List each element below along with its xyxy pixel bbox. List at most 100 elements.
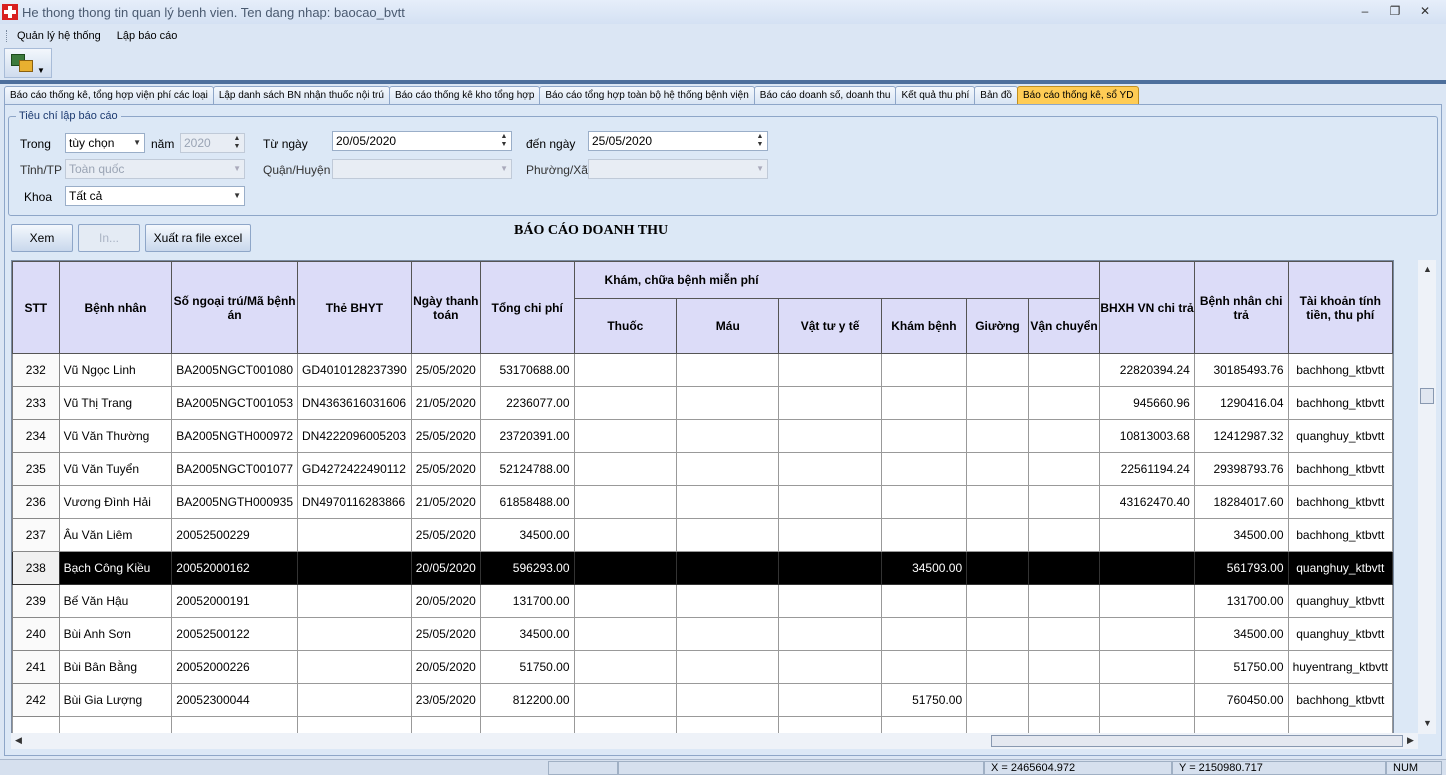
row-bhxh[interactable]: 22820394.24 <box>1099 353 1195 387</box>
row-patient[interactable]: Âu Văn Liêm <box>58 518 173 552</box>
row-thuoc[interactable] <box>573 452 678 486</box>
row-payment-date[interactable]: 25/05/2020 <box>410 452 481 486</box>
row-mau[interactable] <box>676 518 780 552</box>
row-stt[interactable]: 233 <box>12 386 60 420</box>
row-account[interactable]: bachhong_ktbvtt <box>1287 485 1393 519</box>
row-van-chuyen[interactable] <box>1027 518 1101 552</box>
row-van-chuyen[interactable] <box>1027 452 1101 486</box>
row-mau[interactable] <box>676 617 780 651</box>
row-stt[interactable]: 242 <box>12 683 60 717</box>
row-patient[interactable]: Bế Văn Hậu <box>58 584 173 618</box>
row-thuoc[interactable] <box>573 353 678 387</box>
excel-export-button[interactable]: Xuất ra file excel <box>145 224 251 252</box>
row-stt[interactable] <box>12 716 60 733</box>
col-bn-chi-tra[interactable]: Bệnh nhân chi trả <box>1193 261 1289 354</box>
row-vat-tu[interactable] <box>778 518 882 552</box>
row-patient[interactable]: Vũ Thị Trang <box>58 386 173 420</box>
row-giuong[interactable] <box>966 584 1029 618</box>
row-bhyt-card[interactable]: DN4222096005203 <box>297 419 412 453</box>
row-bhxh[interactable] <box>1099 584 1195 618</box>
table-row[interactable]: 239 Bế Văn Hậu 20052000191 20/05/2020 131700… <box>12 584 1393 618</box>
row-payment-date[interactable]: 23/05/2020 <box>410 683 481 717</box>
row-mau[interactable] <box>676 683 780 717</box>
row-thuoc[interactable] <box>573 716 678 733</box>
row-stt[interactable]: 235 <box>12 452 60 486</box>
menu-lap-bao-cao[interactable]: Lập báo cáo <box>109 30 186 42</box>
row-van-chuyen[interactable] <box>1027 551 1101 585</box>
row-stt[interactable]: 237 <box>12 518 60 552</box>
row-bhyt-card[interactable] <box>297 716 412 733</box>
row-van-chuyen[interactable] <box>1027 419 1101 453</box>
row-total-cost[interactable] <box>479 716 575 733</box>
row-van-chuyen[interactable] <box>1027 716 1101 733</box>
row-thuoc[interactable] <box>573 650 678 684</box>
row-mau[interactable] <box>676 353 780 387</box>
menu-quan-ly-he-thong[interactable]: Quản lý hệ thống <box>9 30 109 42</box>
row-bn-chi-tra[interactable]: 131700.00 <box>1193 584 1289 618</box>
row-mau[interactable] <box>676 551 780 585</box>
row-thuoc[interactable] <box>573 683 678 717</box>
tab-ban-do[interactable]: Bản đồ <box>974 86 1018 104</box>
row-total-cost[interactable]: 23720391.00 <box>479 419 575 453</box>
row-account[interactable]: bachhong_ktbvtt <box>1287 452 1393 486</box>
row-stt[interactable]: 241 <box>12 650 60 684</box>
row-record-no[interactable]: 20052300044 <box>171 683 299 717</box>
row-bhxh[interactable] <box>1099 683 1195 717</box>
table-row[interactable]: 234 Vũ Văn Thường BA2005NGTH000972 DN422209… <box>12 419 1393 453</box>
row-account[interactable]: quanghuy_ktbvtt <box>1287 551 1393 585</box>
khoa-select[interactable]: Tất cả ▼ <box>65 186 245 206</box>
tab-bao-cao-vien-phi[interactable]: Báo cáo thống kê, tổng hợp viện phí các … <box>4 86 214 104</box>
row-bhxh[interactable] <box>1099 551 1195 585</box>
row-payment-date[interactable]: 25/05/2020 <box>410 353 481 387</box>
row-kham-benh[interactable] <box>880 584 968 618</box>
close-icon[interactable]: ✕ <box>1414 2 1436 20</box>
col-stt[interactable]: STT <box>12 261 60 354</box>
row-record-no[interactable]: 20052000191 <box>171 584 299 618</box>
row-van-chuyen[interactable] <box>1027 485 1101 519</box>
row-vat-tu[interactable] <box>778 617 882 651</box>
row-giuong[interactable] <box>966 353 1029 387</box>
row-vat-tu[interactable] <box>778 452 882 486</box>
table-row[interactable]: 237 Âu Văn Liêm 20052500229 25/05/2020 34500… <box>12 518 1393 552</box>
quan-select[interactable]: ▼ <box>332 159 512 179</box>
row-patient[interactable]: Vũ Văn Tuyển <box>58 452 173 486</box>
row-record-no[interactable]: 20052500122 <box>171 617 299 651</box>
row-bn-chi-tra[interactable]: 30185493.76 <box>1193 353 1289 387</box>
tinh-select[interactable]: Toàn quốc ▼ <box>65 159 245 179</box>
row-giuong[interactable] <box>966 485 1029 519</box>
col-tai-khoan[interactable]: Tài khoản tính tiền, thu phí <box>1287 261 1393 354</box>
row-total-cost[interactable]: 34500.00 <box>479 617 575 651</box>
row-record-no[interactable]: 20052500229 <box>171 518 299 552</box>
row-payment-date[interactable]: 20/05/2020 <box>410 650 481 684</box>
row-bhxh[interactable] <box>1099 650 1195 684</box>
vertical-scrollbar[interactable]: ▲ ▼ <box>1418 260 1436 734</box>
scroll-down-icon[interactable]: ▼ <box>1423 718 1432 728</box>
row-total-cost[interactable]: 52124788.00 <box>479 452 575 486</box>
table-row[interactable]: 242 Bùi Gia Lượng 20052300044 23/05/2020 812… <box>12 683 1393 717</box>
row-total-cost[interactable]: 51750.00 <box>479 650 575 684</box>
row-mau[interactable] <box>676 650 780 684</box>
horizontal-scroll-thumb[interactable] <box>991 735 1403 747</box>
row-vat-tu[interactable] <box>778 584 882 618</box>
row-stt[interactable]: 238 <box>12 551 60 585</box>
row-bhxh[interactable]: 43162470.40 <box>1099 485 1195 519</box>
table-row[interactable]: 235 Vũ Văn Tuyển BA2005NGCT001077 GD4272422… <box>12 452 1393 486</box>
row-bhyt-card[interactable] <box>297 683 412 717</box>
row-bn-chi-tra[interactable]: 51750.00 <box>1193 650 1289 684</box>
row-account[interactable]: bachhong_ktbvtt <box>1287 353 1393 387</box>
row-vat-tu[interactable] <box>778 650 882 684</box>
row-stt[interactable]: 234 <box>12 419 60 453</box>
trong-select[interactable]: tùy chọn ▼ <box>65 133 145 153</box>
row-total-cost[interactable]: 61858488.00 <box>479 485 575 519</box>
row-payment-date[interactable]: 21/05/2020 <box>410 485 481 519</box>
row-giuong[interactable] <box>966 716 1029 733</box>
row-bhxh[interactable]: 10813003.68 <box>1099 419 1195 453</box>
col-bhxh[interactable]: BHXH VN chi trả <box>1099 261 1195 354</box>
table-row[interactable]: 241 Bùi Bân Bằng 20052000226 20/05/2020 5175… <box>12 650 1393 684</box>
col-van-chuyen[interactable]: Vận chuyển <box>1027 298 1101 354</box>
row-record-no[interactable]: BA2005NGTH000972 <box>171 419 299 453</box>
row-van-chuyen[interactable] <box>1027 386 1101 420</box>
row-patient[interactable]: Bùi Anh Sơn <box>58 617 173 651</box>
col-giuong[interactable]: Giường <box>966 298 1029 354</box>
row-payment-date[interactable]: 25/05/2020 <box>410 518 481 552</box>
